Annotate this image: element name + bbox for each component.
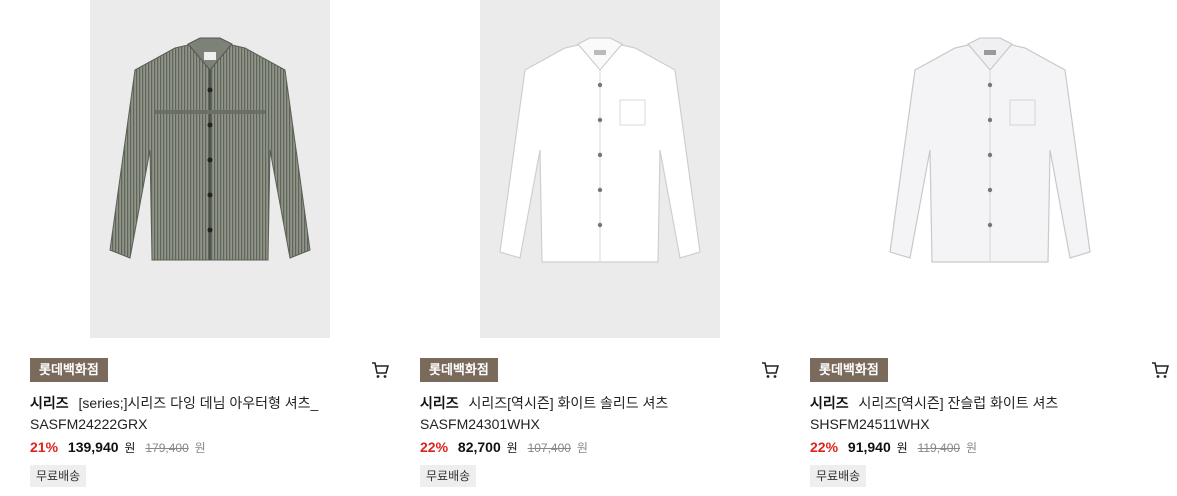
store-badge: 롯데백화점 (810, 358, 888, 382)
product-title[interactable]: 시리즈 시리즈[역시즌] 잔슬럽 화이트 셔츠 (810, 393, 1150, 413)
white-solid-shirt-icon (499, 37, 701, 263)
currency-unit: 원 (506, 441, 518, 455)
product-name: 시리즈[역시즌] 잔슬럽 화이트 셔츠 (858, 395, 1059, 411)
product-card[interactable]: 롯데백화점 시리즈 [series;]시리즈 다잉 데님 아우터형 셔츠_ SA… (30, 0, 390, 496)
product-grid: 롯데백화점 시리즈 [series;]시리즈 다잉 데님 아우터형 셔츠_ SA… (0, 0, 1177, 496)
currency-unit: 원 (896, 441, 908, 455)
product-code: SHSFM24511WHX (810, 416, 930, 432)
brand-name: 시리즈 (420, 395, 459, 411)
product-name: 시리즈[역시즌] 화이트 솔리드 셔츠 (468, 395, 669, 411)
discount-rate: 22% (420, 439, 449, 455)
brand-name: 시리즈 (810, 395, 849, 411)
product-card[interactable]: 롯데백화점 시리즈 시리즈[역시즌] 화이트 솔리드 셔츠 SASFM24301… (420, 0, 780, 496)
price-line: 22% 91,940 원 119,400 원 (810, 437, 977, 458)
product-image[interactable] (90, 0, 330, 338)
sale-price: 139,940 (67, 439, 119, 455)
shipping-tag: 무료배송 (30, 465, 87, 487)
sale-price: 91,940 (847, 439, 891, 455)
shipping-tag: 무료배송 (420, 465, 477, 487)
product-title[interactable]: 시리즈 시리즈[역시즌] 화이트 솔리드 셔츠 (420, 393, 760, 413)
product-code: SASFM24301WHX (420, 416, 540, 432)
original-currency-unit: 원 (194, 441, 206, 455)
discount-rate: 22% (810, 439, 839, 455)
store-badge: 롯데백화점 (30, 358, 108, 382)
product-title[interactable]: 시리즈 [series;]시리즈 다잉 데님 아우터형 셔츠_ (30, 393, 370, 413)
discount-rate: 21% (30, 439, 59, 455)
price-line: 21% 139,940 원 179,400 원 (30, 437, 206, 458)
cart-icon[interactable] (1150, 360, 1170, 380)
shipping-tag: 무료배송 (810, 465, 867, 487)
white-slub-shirt-icon (889, 37, 1091, 263)
product-code: SASFM24222GRX (30, 416, 148, 432)
currency-unit: 원 (124, 441, 136, 455)
store-badge: 롯데백화점 (420, 358, 498, 382)
original-price: 119,400 (917, 441, 961, 455)
original-currency-unit: 원 (576, 441, 588, 455)
gray-denim-shirt-icon (109, 37, 311, 261)
product-image[interactable] (480, 0, 720, 338)
original-price: 179,400 (145, 441, 189, 455)
original-price: 107,400 (527, 441, 571, 455)
sale-price: 82,700 (457, 439, 501, 455)
product-card[interactable]: 롯데백화점 시리즈 시리즈[역시즌] 잔슬럽 화이트 셔츠 SHSFM24511… (810, 0, 1170, 496)
product-name: [series;]시리즈 다잉 데님 아우터형 셔츠_ (78, 395, 319, 411)
original-currency-unit: 원 (965, 441, 978, 455)
brand-name: 시리즈 (30, 395, 69, 411)
cart-icon[interactable] (760, 360, 780, 380)
product-image[interactable] (870, 0, 1110, 338)
cart-icon[interactable] (370, 360, 390, 380)
price-line: 22% 82,700 원 107,400 원 (420, 437, 588, 458)
